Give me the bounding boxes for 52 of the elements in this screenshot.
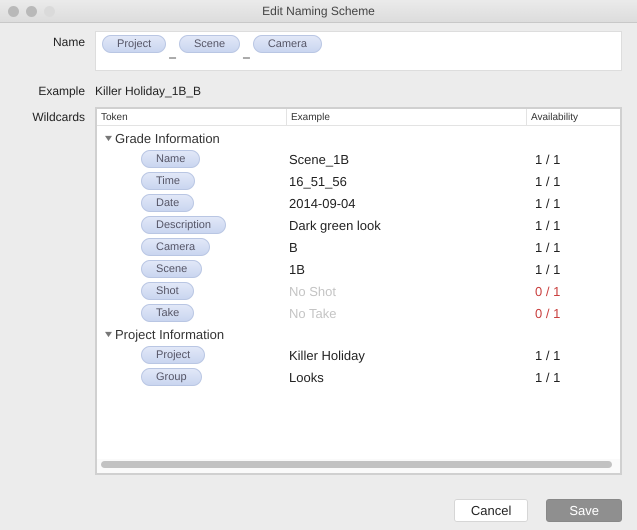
example-cell-text: 1B	[289, 262, 306, 276]
dialog-button[interactable]: Cancel	[454, 499, 528, 522]
close-icon[interactable]	[8, 6, 19, 16]
name-label: Name	[52, 35, 86, 49]
example-cell-text: Dark green look	[289, 218, 382, 232]
token-pill[interactable]: Take	[141, 304, 194, 322]
availability-cell-text: 0 / 1	[534, 284, 562, 298]
availability-cell-text: 1 / 1	[534, 174, 562, 188]
availability-cell-text: 0 / 1	[534, 306, 562, 320]
example-cell-text: No Take	[289, 306, 338, 320]
example-value: Killer Holiday_1B_B	[95, 84, 202, 98]
example-cell-text: 16_51_56	[289, 174, 348, 188]
token-pill[interactable]: Scene	[178, 35, 240, 53]
token-pill[interactable]: Description	[141, 216, 226, 234]
separator-text: _	[243, 45, 250, 59]
token-pill[interactable]: Group	[141, 368, 202, 386]
scrollbar-thumb[interactable]	[101, 461, 612, 468]
token-pill[interactable]: Project	[102, 35, 166, 53]
token-pill[interactable]: Scene	[141, 260, 202, 278]
group-title[interactable]: Project Information	[115, 326, 224, 342]
example-cell-text: No Shot	[289, 284, 337, 298]
disclosure-triangle-icon[interactable]	[105, 134, 112, 142]
availability-cell-text: 1 / 1	[534, 262, 562, 276]
availability-cell-text: 1 / 1	[534, 196, 562, 210]
column-header[interactable]: Token	[97, 109, 287, 125]
availability-cell-text: 1 / 1	[534, 348, 562, 362]
wildcards-label: Wildcards	[31, 110, 86, 124]
example-label: Example	[37, 84, 86, 98]
column-header[interactable]: Availability	[527, 109, 620, 125]
example-cell-text: Killer Holiday	[289, 348, 366, 362]
separator-text: _	[169, 45, 176, 59]
availability-cell-text: 1 / 1	[534, 240, 562, 254]
example-cell-text: 2014-09-04	[289, 196, 356, 210]
token-pill[interactable]: Camera	[141, 238, 210, 256]
group-title[interactable]: Grade Information	[115, 130, 220, 146]
availability-cell-text: 1 / 1	[534, 370, 562, 384]
availability-cell-text: 1 / 1	[534, 152, 562, 166]
token-pill[interactable]: Shot	[141, 282, 194, 300]
disclosure-triangle-icon[interactable]	[105, 330, 112, 338]
token-pill[interactable]: Time	[141, 172, 196, 190]
name-field[interactable]: Project _ Scene _ Camera	[95, 31, 622, 71]
example-cell-text: Scene_1B	[289, 152, 350, 166]
example-cell-text: Looks	[289, 370, 325, 384]
minimize-icon[interactable]	[26, 6, 37, 16]
token-pill[interactable]: Date	[141, 194, 194, 212]
example-cell-text: B	[289, 240, 299, 254]
token-pill[interactable]: Camera	[252, 35, 322, 53]
token-pill[interactable]: Project	[141, 346, 206, 364]
availability-cell-text: 1 / 1	[534, 218, 562, 232]
window-title: Edit Naming Scheme	[262, 4, 375, 18]
column-header[interactable]: Example	[287, 109, 527, 125]
token-pill[interactable]: Name	[141, 150, 200, 168]
